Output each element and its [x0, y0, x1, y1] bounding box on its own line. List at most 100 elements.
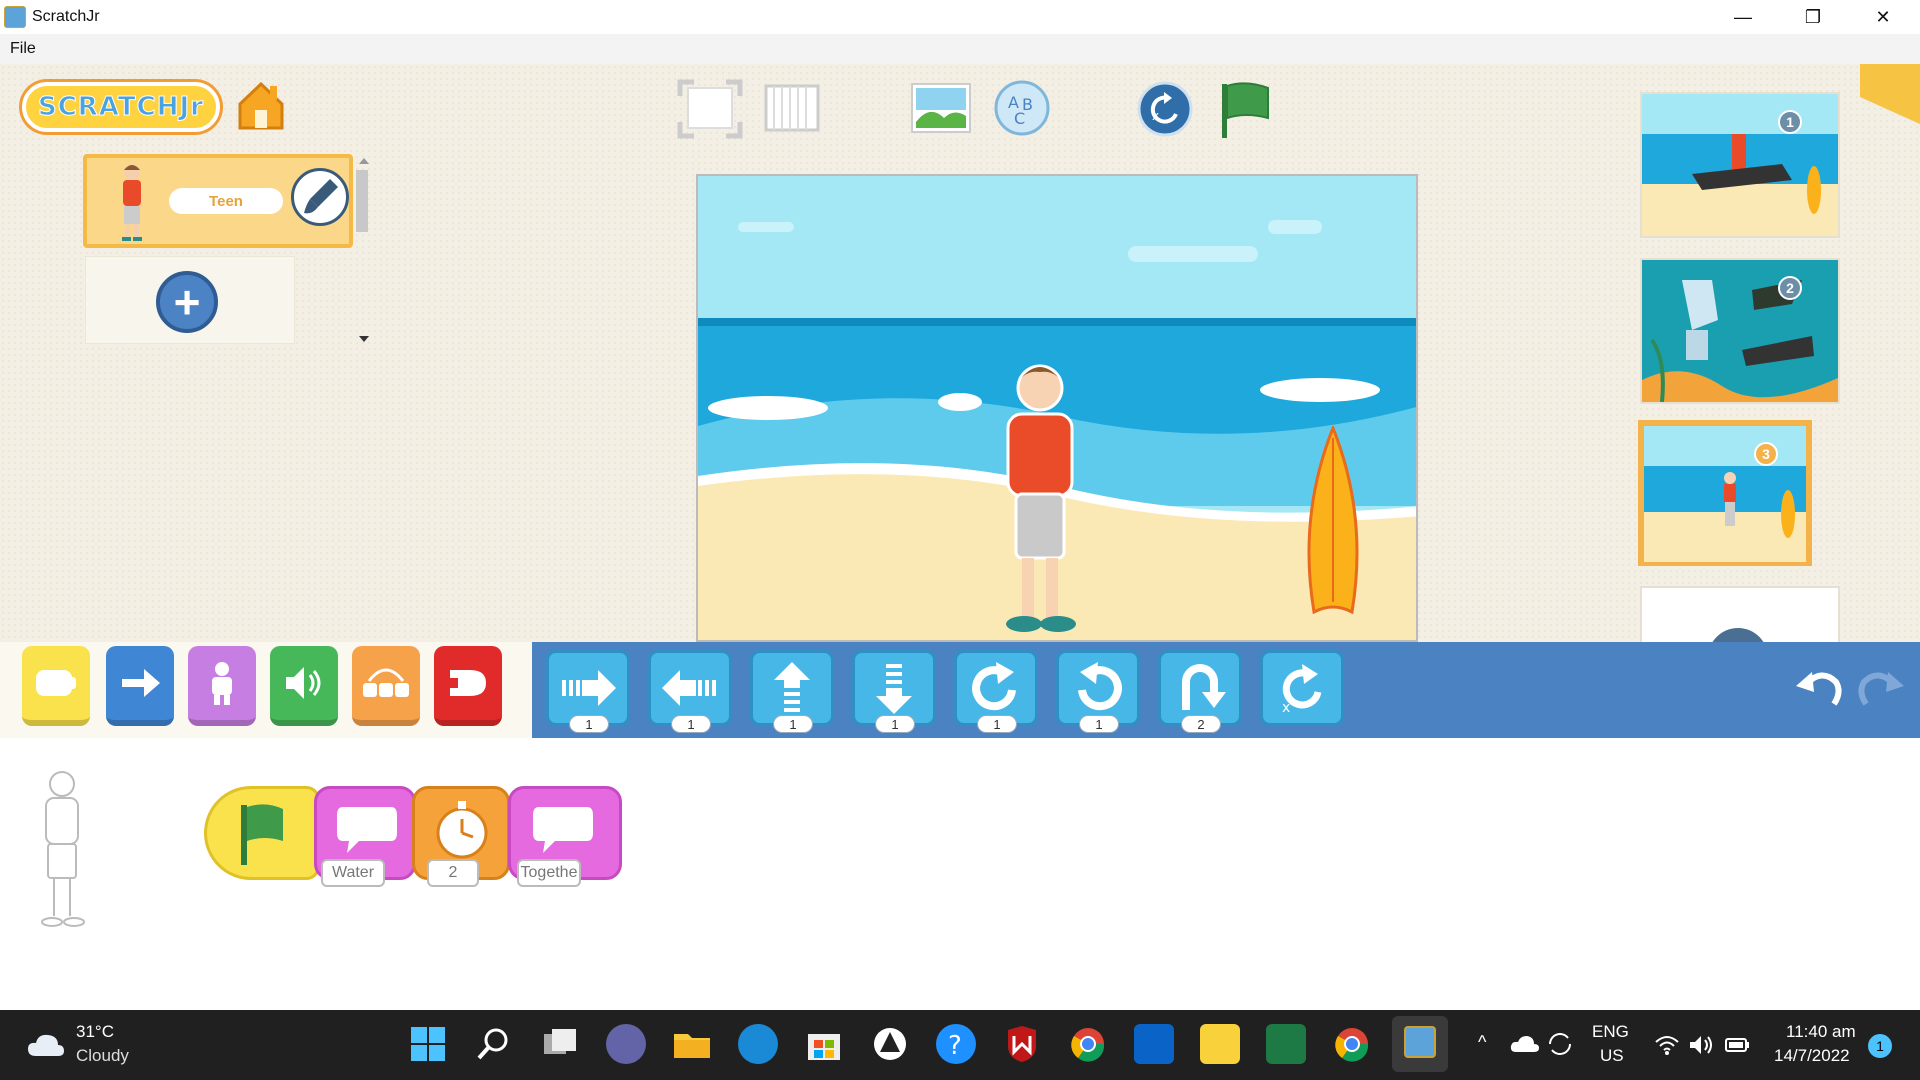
wait-block[interactable]: 2 — [412, 786, 510, 887]
close-button[interactable]: ✕ — [1848, 0, 1918, 34]
scratchjr-app-icon — [4, 6, 26, 28]
notification-badge[interactable]: 1 — [1868, 1034, 1892, 1058]
sticky-notes-icon[interactable] — [1200, 1024, 1240, 1064]
block-value[interactable]: 1 — [977, 715, 1017, 733]
block-value[interactable]: 1 — [773, 715, 813, 733]
block-value[interactable]: 2 — [1181, 715, 1221, 733]
weather-temp[interactable]: 31°C — [76, 1022, 114, 1042]
menu-file[interactable]: File — [10, 40, 36, 58]
page-number: 3 — [1754, 442, 1778, 466]
surfboard-sprite[interactable] — [1296, 426, 1370, 616]
menu-bar: File — [0, 34, 1920, 64]
block-value[interactable]: 1 — [875, 715, 915, 733]
paint-brush-icon[interactable] — [291, 168, 349, 226]
svg-text:x: x — [1152, 109, 1159, 123]
onedrive-icon[interactable] — [1510, 1034, 1540, 1054]
block-value[interactable]: 1 — [569, 715, 609, 733]
green-flag-trigger-block[interactable] — [204, 786, 320, 880]
grid-icon[interactable] — [764, 84, 820, 132]
battery-icon[interactable] — [1724, 1034, 1752, 1056]
turn-right-block[interactable]: 1 — [954, 650, 1038, 733]
end-category-icon[interactable] — [434, 646, 502, 726]
scripts-area[interactable]: Water 2 Togethe — [0, 738, 1920, 1010]
move-up-block[interactable]: 1 — [750, 650, 834, 733]
window-title: ScratchJr — [32, 8, 100, 25]
say-text-field-1[interactable]: Water — [321, 859, 385, 887]
microsoft-store-icon[interactable] — [804, 1024, 844, 1064]
add-sprite-button[interactable]: + — [156, 271, 218, 333]
language-primary[interactable]: ENG — [1592, 1022, 1629, 1042]
add-text-icon[interactable]: ABC — [992, 78, 1052, 138]
sprite-card-teen[interactable]: Teen — [83, 154, 353, 248]
teams-chat-icon[interactable] — [606, 1024, 646, 1064]
turn-left-block[interactable]: 1 — [1056, 650, 1140, 733]
add-page-slot[interactable] — [1640, 586, 1840, 658]
page-thumbnail-2[interactable]: 2 — [1640, 258, 1840, 404]
language-secondary[interactable]: US — [1600, 1046, 1624, 1066]
home-icon[interactable] — [234, 78, 288, 132]
clock-date[interactable]: 14/7/2022 — [1774, 1046, 1850, 1066]
title-bar: ScratchJr — ❐ ✕ — [0, 0, 1920, 34]
clock-time[interactable]: 11:40 am — [1786, 1022, 1856, 1042]
move-right-block[interactable]: 1 — [546, 650, 630, 733]
category-bar — [0, 642, 532, 738]
show-hidden-icons[interactable]: ^ — [1478, 1032, 1486, 1053]
control-category-icon[interactable] — [352, 646, 420, 726]
page-thumbnail-3[interactable]: 3 — [1638, 420, 1812, 566]
block-value[interactable]: 1 — [671, 715, 711, 733]
outlook-icon[interactable] — [1134, 1024, 1174, 1064]
page-thumbnail-1[interactable]: 1 — [1640, 92, 1840, 238]
stage[interactable] — [696, 174, 1418, 642]
page-corner-fold[interactable] — [1860, 64, 1920, 124]
motion-category-icon[interactable] — [106, 646, 174, 726]
green-flag-icon[interactable] — [1216, 78, 1274, 140]
scratchjr-taskbar-icon[interactable] — [1392, 1016, 1448, 1072]
sync-icon[interactable] — [1546, 1032, 1574, 1056]
help-icon[interactable]: ? — [936, 1024, 976, 1064]
sprite-list-scrollbar[interactable] — [354, 154, 374, 344]
hop-block[interactable]: 2 — [1158, 650, 1242, 733]
reset-characters-icon[interactable]: x — [1136, 80, 1194, 138]
triggering-category-icon[interactable] — [22, 646, 90, 726]
redo-icon[interactable] — [1856, 662, 1908, 712]
move-down-block[interactable]: 1 — [852, 650, 936, 733]
sprite-name-label[interactable]: Teen — [169, 188, 283, 214]
looks-category-icon[interactable] — [188, 646, 256, 726]
say-block-2[interactable]: Togethe — [508, 786, 622, 887]
add-sprite-card: + — [85, 256, 295, 344]
wifi-icon[interactable] — [1654, 1034, 1680, 1056]
page-number: 1 — [1778, 110, 1802, 134]
change-background-icon[interactable] — [910, 82, 972, 134]
block-value[interactable]: 1 — [1079, 715, 1119, 733]
page-number: 2 — [1778, 276, 1802, 300]
weather-desc[interactable]: Cloudy — [76, 1046, 129, 1066]
wait-value-field[interactable]: 2 — [427, 859, 479, 887]
chrome-icon-l[interactable] — [1332, 1024, 1372, 1064]
edge-browser-icon[interactable] — [738, 1024, 778, 1064]
windows-taskbar: 31°C Cloudy ? ^ ENG US 11:40 am 14/7/202… — [0, 1010, 1920, 1080]
file-explorer-icon[interactable] — [672, 1024, 712, 1064]
svg-text:?: ? — [948, 1031, 962, 1061]
teen-sprite[interactable] — [994, 352, 1086, 642]
say-block-1[interactable]: Water — [314, 786, 416, 887]
mcafee-icon[interactable] — [1002, 1024, 1042, 1064]
sound-category-icon[interactable] — [270, 646, 338, 726]
search-icon[interactable] — [474, 1024, 514, 1064]
chrome-icon-r[interactable] — [1068, 1024, 1108, 1064]
say-text-field-2[interactable]: Togethe — [517, 859, 581, 887]
minimize-button[interactable]: — — [1708, 0, 1778, 34]
volume-icon[interactable] — [1688, 1034, 1714, 1056]
scratchjr-logo: SCRATCHJr — [22, 82, 220, 132]
block-palette: 1 1 1 1 1 1 2 x — [0, 642, 1920, 738]
logo-text: SCRATCHJr — [37, 92, 204, 123]
move-left-block[interactable]: 1 — [648, 650, 732, 733]
go-home-block[interactable]: x — [1260, 650, 1344, 726]
windows-start-icon[interactable] — [408, 1024, 448, 1064]
undo-icon[interactable] — [1792, 662, 1844, 712]
task-view-icon[interactable] — [540, 1024, 580, 1064]
app-icon-shield[interactable] — [870, 1024, 910, 1064]
full-screen-icon[interactable] — [676, 78, 744, 140]
excel-icon[interactable] — [1266, 1024, 1306, 1064]
maximize-button[interactable]: ❐ — [1778, 0, 1848, 34]
cloud-icon[interactable] — [26, 1032, 66, 1058]
